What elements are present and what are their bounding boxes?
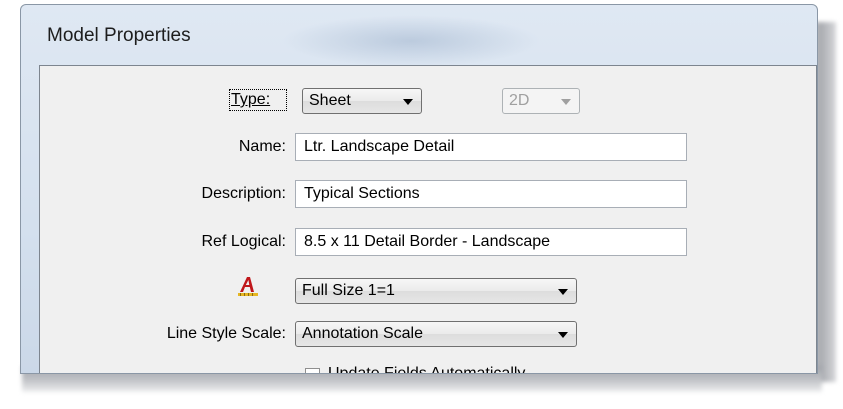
chevron-down-icon [403, 99, 413, 105]
model-properties-dialog: Model Properties Type: Sheet 2D Name: Lt… [20, 4, 818, 374]
description-label: Description: [201, 185, 286, 202]
line-style-scale-value: Annotation Scale [302, 325, 423, 342]
dialog-title: Model Properties [47, 25, 191, 46]
ref-logical-field[interactable]: 8.5 x 11 Detail Border - Landscape [295, 228, 687, 256]
dimension-dropdown-value: 2D [509, 92, 530, 109]
type-label: Type: [229, 89, 287, 111]
chevron-down-icon [558, 332, 568, 338]
title-bar-blur [281, 15, 541, 67]
chevron-down-icon [558, 289, 568, 295]
line-style-scale-label: Line Style Scale: [166, 325, 286, 342]
name-label: Name: [238, 138, 286, 155]
chevron-down-icon [561, 99, 571, 105]
name-field[interactable]: Ltr. Landscape Detail [295, 133, 687, 161]
annotation-scale-icon [238, 277, 258, 296]
dimension-dropdown[interactable]: 2D [502, 88, 580, 114]
dialog-client-area: Type: Sheet 2D Name: Ltr. Landscape Deta… [39, 65, 817, 374]
ref-logical-label: Ref Logical: [201, 233, 287, 250]
type-dropdown-value: Sheet [309, 92, 351, 109]
annotation-scale-value: Full Size 1=1 [302, 282, 395, 299]
line-style-scale-dropdown[interactable]: Annotation Scale [295, 321, 577, 347]
type-dropdown[interactable]: Sheet [302, 88, 422, 114]
update-fields-label: Update Fields Automatically [328, 365, 526, 374]
type-label-text: Type: [231, 91, 271, 108]
description-field[interactable]: Typical Sections [295, 180, 687, 208]
update-fields-checkbox[interactable] [305, 368, 320, 373]
annotation-scale-dropdown[interactable]: Full Size 1=1 [295, 278, 577, 304]
